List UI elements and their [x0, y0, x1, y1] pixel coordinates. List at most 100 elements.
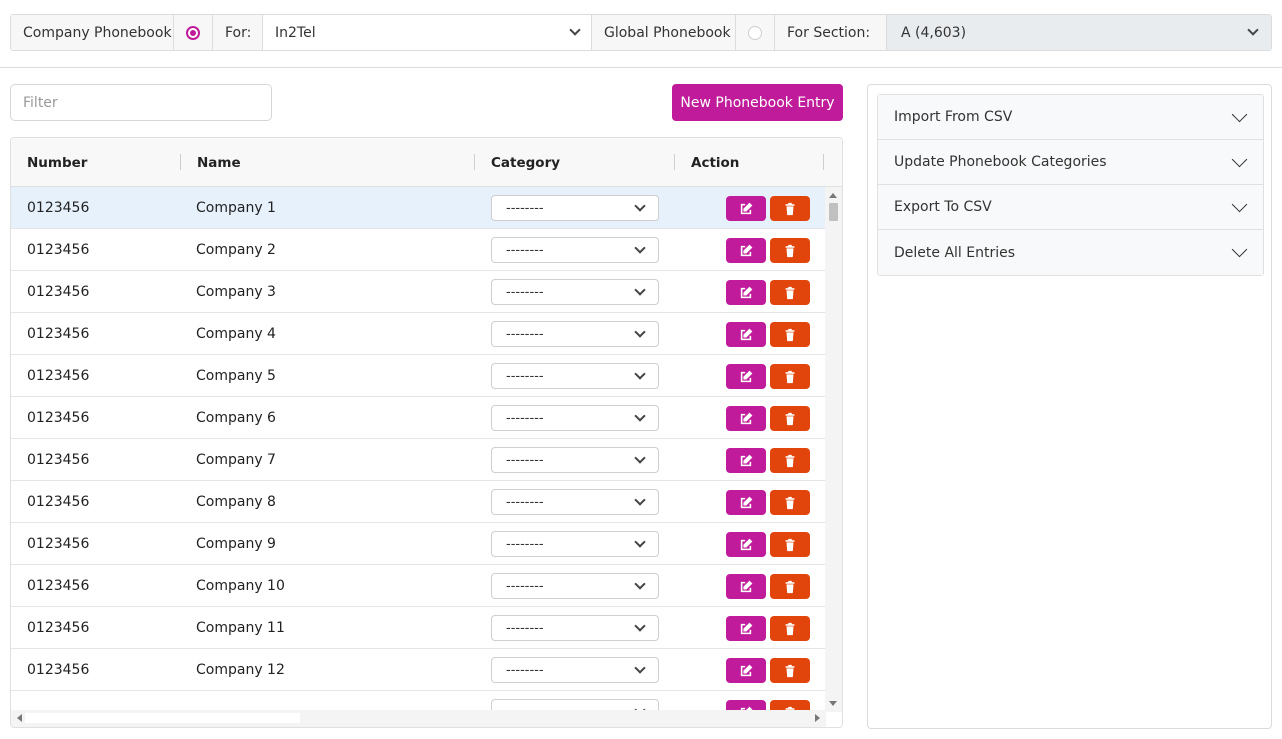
chevron-down-icon [1247, 24, 1259, 36]
horizontal-scrollbar[interactable] [11, 710, 826, 727]
scroll-up-arrow-icon[interactable] [829, 193, 837, 198]
delete-entry-button[interactable] [770, 196, 810, 221]
category-select[interactable]: -------- [491, 237, 659, 263]
scroll-left-arrow-icon[interactable] [17, 714, 22, 722]
table-row[interactable]: 0123456 Company 2 -------- [11, 229, 826, 271]
edit-entry-button[interactable] [726, 280, 766, 305]
edit-icon [739, 370, 753, 384]
cell-name: Company 1 [196, 200, 276, 216]
category-select[interactable]: -------- [491, 447, 659, 473]
category-select[interactable]: -------- [491, 615, 659, 641]
edit-entry-button[interactable] [726, 406, 766, 431]
table-row[interactable]: -------- [11, 691, 826, 712]
accordion-item-delete-all-entries[interactable]: Delete All Entries [878, 230, 1263, 275]
column-header-number[interactable]: Number [27, 138, 87, 187]
table-row[interactable]: 0123456 Company 11 -------- [11, 607, 826, 649]
edit-entry-button[interactable] [726, 532, 766, 557]
table-row[interactable]: 0123456 Company 6 -------- [11, 397, 826, 439]
for-label: For: [213, 15, 263, 50]
new-phonebook-entry-button[interactable]: New Phonebook Entry [672, 84, 843, 121]
radio-selected-icon[interactable] [186, 25, 200, 40]
for-select-value: In2Tel [275, 24, 316, 41]
vertical-scrollbar[interactable] [825, 187, 842, 712]
accordion-item-label: Import From CSV [894, 109, 1013, 125]
filter-input[interactable] [10, 84, 272, 121]
cell-number: 0123456 [27, 620, 90, 636]
cell-number: 0123456 [27, 242, 90, 258]
table-row[interactable]: 0123456 Company 4 -------- [11, 313, 826, 355]
edit-entry-button[interactable] [726, 364, 766, 389]
scroll-thumb[interactable] [829, 203, 838, 221]
cell-number: 0123456 [27, 494, 90, 510]
scroll-thumb[interactable] [25, 713, 300, 723]
category-select[interactable]: -------- [491, 573, 659, 599]
category-select[interactable]: -------- [491, 321, 659, 347]
accordion-item-export-to-csv[interactable]: Export To CSV [878, 185, 1263, 230]
table-row[interactable]: 0123456 Company 9 -------- [11, 523, 826, 565]
column-resize-handle[interactable] [823, 154, 824, 170]
accordion-item-update-phonebook-categories[interactable]: Update Phonebook Categories [878, 140, 1263, 185]
table-row[interactable]: 0123456 Company 1 -------- [11, 187, 826, 229]
chevron-down-icon [634, 325, 646, 338]
cell-name: Company 10 [196, 578, 285, 594]
edit-icon [739, 664, 753, 678]
table-row[interactable]: 0123456 Company 7 -------- [11, 439, 826, 481]
edit-entry-button[interactable] [726, 196, 766, 221]
column-header-category[interactable]: Category [491, 138, 560, 187]
category-select[interactable]: -------- [491, 657, 659, 683]
table-row[interactable]: 0123456 Company 3 -------- [11, 271, 826, 313]
category-select[interactable]: -------- [491, 489, 659, 515]
scroll-down-arrow-icon[interactable] [829, 701, 837, 706]
edit-icon [739, 286, 753, 300]
delete-entry-button[interactable] [770, 616, 810, 641]
column-resize-handle[interactable] [674, 154, 675, 170]
company-phonebook-radio[interactable] [174, 15, 213, 50]
category-select-value: -------- [506, 662, 544, 678]
delete-entry-button[interactable] [770, 658, 810, 683]
table-row[interactable]: 0123456 Company 8 -------- [11, 481, 826, 523]
edit-entry-button[interactable] [726, 616, 766, 641]
edit-entry-button[interactable] [726, 322, 766, 347]
delete-entry-button[interactable] [770, 280, 810, 305]
delete-entry-button[interactable] [770, 574, 810, 599]
for-select[interactable]: In2Tel [263, 15, 592, 50]
category-select-value: -------- [506, 536, 544, 552]
category-select[interactable]: -------- [491, 405, 659, 431]
delete-entry-button[interactable] [770, 238, 810, 263]
edit-entry-button[interactable] [726, 448, 766, 473]
delete-entry-button[interactable] [770, 490, 810, 515]
cell-name: Company 5 [196, 368, 276, 384]
trash-icon [783, 664, 797, 678]
table-row[interactable]: 0123456 Company 5 -------- [11, 355, 826, 397]
delete-entry-button[interactable] [770, 406, 810, 431]
global-phonebook-radio[interactable] [736, 15, 775, 50]
category-select[interactable]: -------- [491, 363, 659, 389]
trash-icon [783, 454, 797, 468]
category-select-value: -------- [506, 620, 544, 636]
category-select[interactable]: -------- [491, 531, 659, 557]
delete-entry-button[interactable] [770, 448, 810, 473]
category-select[interactable]: -------- [491, 195, 659, 221]
delete-entry-button[interactable] [770, 532, 810, 557]
scroll-right-arrow-icon[interactable] [815, 714, 820, 722]
category-select-value: -------- [506, 326, 544, 342]
for-section-select[interactable]: A (4,603) [887, 15, 1271, 50]
category-select[interactable]: -------- [491, 279, 659, 305]
edit-entry-button[interactable] [726, 658, 766, 683]
delete-entry-button[interactable] [770, 322, 810, 347]
edit-entry-button[interactable] [726, 490, 766, 515]
column-header-name[interactable]: Name [197, 138, 241, 187]
table-row[interactable]: 0123456 Company 10 -------- [11, 565, 826, 607]
edit-icon [739, 538, 753, 552]
column-resize-handle[interactable] [180, 154, 181, 170]
cell-number: 0123456 [27, 662, 90, 678]
radio-unselected-icon[interactable] [748, 25, 762, 40]
edit-entry-button[interactable] [726, 238, 766, 263]
edit-entry-button[interactable] [726, 574, 766, 599]
cell-name: Company 9 [196, 536, 276, 552]
delete-entry-button[interactable] [770, 364, 810, 389]
column-resize-handle[interactable] [474, 154, 475, 170]
cell-name: Company 11 [196, 620, 285, 636]
table-row[interactable]: 0123456 Company 12 -------- [11, 649, 826, 691]
accordion-item-import-from-csv[interactable]: Import From CSV [878, 95, 1263, 140]
